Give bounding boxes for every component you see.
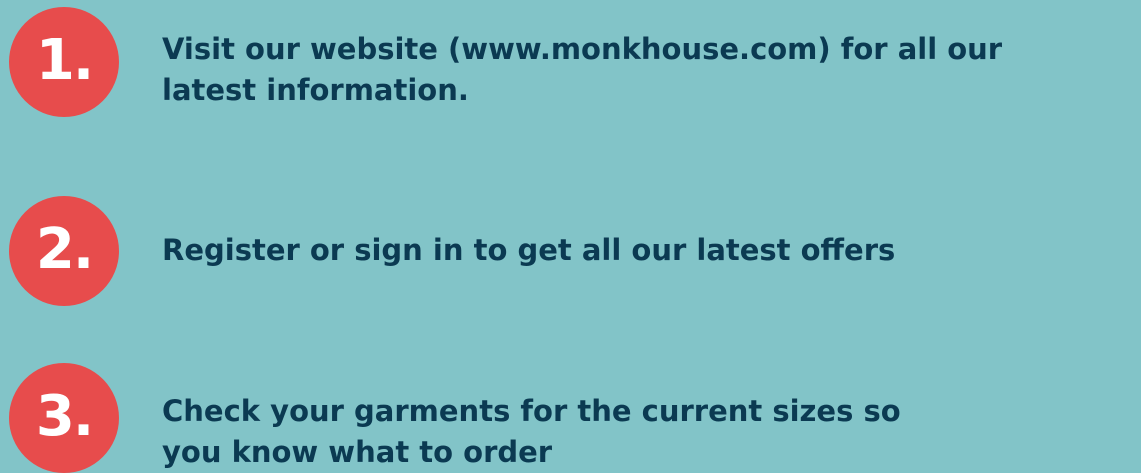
step-text-line: you know what to order [162, 435, 553, 469]
step-text-line: Register or sign in to get all our lates… [162, 233, 896, 267]
step-number: 2. [35, 217, 94, 282]
step-number-badge: 2. [9, 196, 119, 306]
step-text-line: Check your garments for the current size… [162, 394, 901, 428]
step-text: Check your garments for the current size… [162, 391, 1122, 473]
step-text-line: latest information. [162, 73, 469, 107]
step-number-badge: 3. [9, 363, 119, 473]
step-text: Register or sign in to get all our lates… [162, 230, 1122, 271]
step-number: 3. [35, 384, 94, 449]
step-text-line: Visit our website (www.monkhouse.com) fo… [162, 32, 1003, 66]
step-text: Visit our website (www.monkhouse.com) fo… [162, 29, 1122, 111]
step-number: 1. [35, 28, 94, 93]
step-number-badge: 1. [9, 7, 119, 117]
